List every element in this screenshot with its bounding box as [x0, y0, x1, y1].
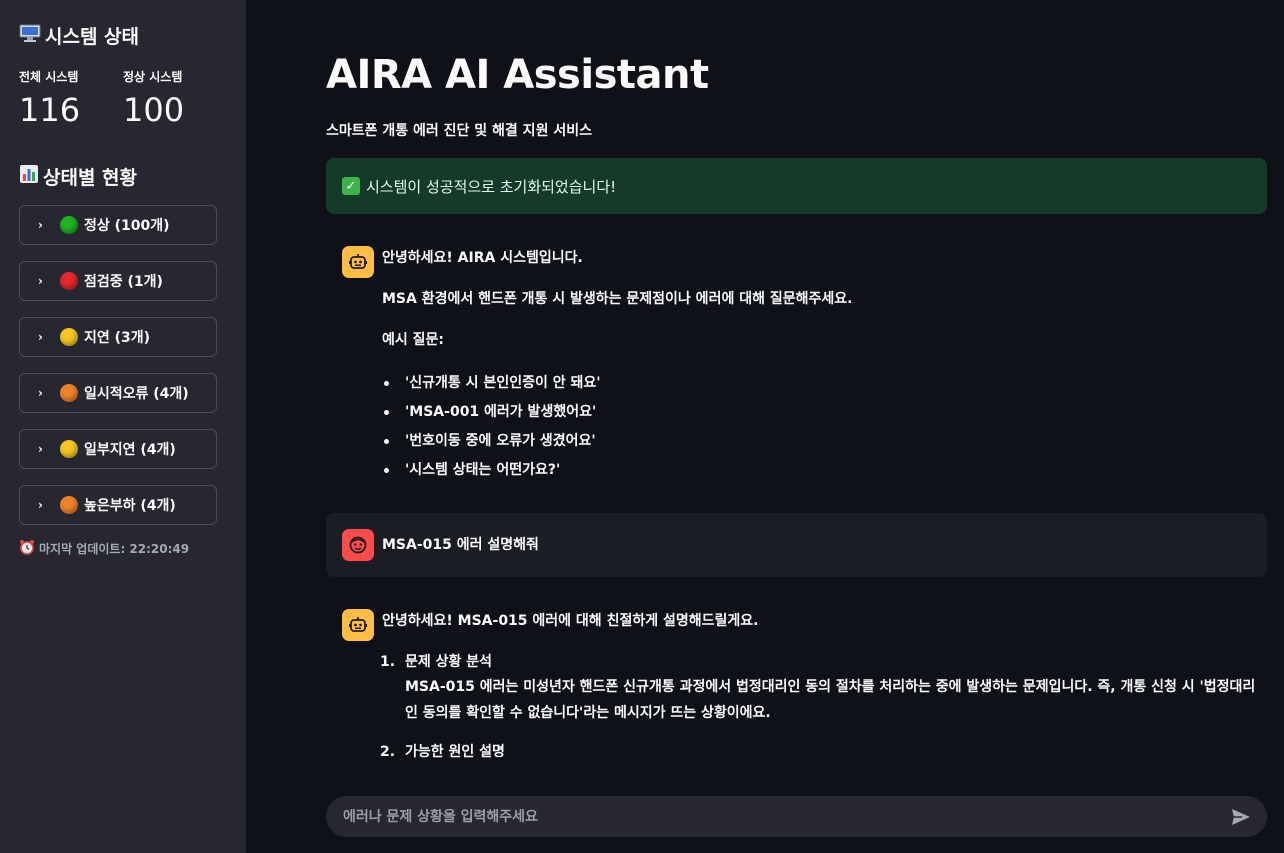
expander-normal[interactable]: › 정상 (100개) — [19, 205, 217, 245]
metric-label: 정상 시스템 — [123, 70, 183, 84]
examples-list: '신규개통 시 본인인증이 안 돼요' 'MSA-001 에러가 발생했어요' … — [382, 373, 1262, 489]
robot-avatar-icon — [342, 246, 374, 278]
list-item: '시스템 상태는 어떤가요?' — [382, 460, 1262, 489]
bar-chart-icon — [19, 164, 39, 189]
alarm-clock-icon — [19, 539, 35, 558]
last-update-text: 마지막 업데이트: 22:20:49 — [39, 542, 190, 556]
expander-temp-error[interactable]: › 일시적오류 (4개) — [19, 373, 217, 413]
expander-label: 높은부하 (4개) — [84, 498, 176, 514]
chevron-right-icon: › — [38, 218, 43, 232]
chat-input-bar — [326, 796, 1267, 837]
item-title: 문제 상황 분석 — [405, 654, 493, 670]
orange-circle-icon — [60, 496, 78, 514]
system-status-heading: 시스템 상태 — [19, 22, 227, 48]
user-avatar-icon — [342, 529, 374, 561]
yellow-circle-icon — [60, 328, 78, 346]
list-number: 1. — [380, 654, 396, 670]
status-title: 상태별 현황 — [43, 166, 138, 189]
robot-avatar-icon — [342, 609, 374, 641]
metric-value: 116 — [19, 91, 81, 129]
expander-partial-delay[interactable]: › 일부지연 (4개) — [19, 429, 217, 469]
expander-label: 일부지연 (4개) — [84, 442, 176, 458]
expander-label: 점검중 (1개) — [84, 274, 163, 290]
item-description: MSA-015 에러는 미성년자 핸드폰 신규개통 과정에서 법정대리인 동의 … — [405, 679, 1256, 721]
ordered-list-item: 1. 문제 상황 분석 MSA-015 에러는 미성년자 핸드폰 신규개통 과정… — [380, 652, 1262, 726]
chevron-right-icon: › — [38, 498, 43, 512]
success-alert: ✓ 시스템이 성공적으로 초기화되었습니다! — [326, 158, 1267, 214]
sidebar-title: 시스템 상태 — [45, 25, 140, 48]
examples-title: 예시 질문: — [382, 332, 444, 348]
chevron-right-icon: › — [38, 330, 43, 344]
list-item: '번호이동 중에 오류가 생겼어요' — [382, 431, 1262, 460]
page-title: AIRA AI Assistant — [326, 52, 709, 98]
metric-normal: 정상 시스템 100 — [123, 68, 227, 129]
last-update: 마지막 업데이트: 22:20:49 — [19, 539, 227, 558]
check-mark-icon: ✓ — [342, 177, 360, 195]
success-text: 시스템이 성공적으로 초기화되었습니다! — [366, 177, 617, 196]
chevron-right-icon: › — [38, 442, 43, 456]
metric-label: 전체 시스템 — [19, 70, 79, 84]
chevron-right-icon: › — [38, 386, 43, 400]
metrics-row: 전체 시스템 116 정상 시스템 100 — [19, 68, 227, 129]
greeting-text: 안녕하세요! AIRA 시스템입니다. — [382, 250, 583, 266]
chevron-right-icon: › — [38, 274, 43, 288]
user-message-text: MSA-015 에러 설명해줘 — [382, 537, 539, 553]
expander-high-load[interactable]: › 높은부하 (4개) — [19, 485, 217, 525]
answer-greeting: 안녕하세요! MSA-015 에러에 대해 친절하게 설명해드릴게요. — [382, 613, 759, 629]
message-body: 안녕하세요! AIRA 시스템입니다. MSA 환경에서 핸드폰 개통 시 발생… — [382, 246, 1262, 489]
red-circle-icon — [60, 272, 78, 290]
expander-maintenance[interactable]: › 점검중 (1개) — [19, 261, 217, 301]
message-body: 안녕하세요! MSA-015 에러에 대해 친절하게 설명해드릴게요. 1. 문… — [380, 609, 1262, 762]
expander-delay[interactable]: › 지연 (3개) — [19, 317, 217, 357]
expander-label: 지연 (3개) — [84, 330, 151, 346]
chat-input[interactable] — [343, 808, 1227, 825]
yellow-circle-icon — [60, 440, 78, 458]
list-item: '신규개통 시 본인인증이 안 돼요' — [382, 373, 1262, 402]
intro-text: MSA 환경에서 핸드폰 개통 시 발생하는 문제점이나 에러에 대해 질문해주… — [382, 291, 853, 307]
sidebar: 시스템 상태 전체 시스템 116 정상 시스템 100 상태별 현황 › 정상… — [0, 0, 246, 853]
list-item: 'MSA-001 에러가 발생했어요' — [382, 402, 1262, 431]
status-expanders: › 정상 (100개) › 점검중 (1개) › 지연 (3개) › 일시적오류… — [19, 205, 227, 525]
expander-label: 일시적오류 (4개) — [84, 386, 189, 402]
expander-label: 정상 (100개) — [84, 218, 170, 234]
send-button[interactable] — [1227, 803, 1255, 831]
metric-value: 100 — [123, 91, 185, 129]
send-icon — [1232, 808, 1250, 825]
page-subtitle: 스마트폰 개통 에러 진단 및 해결 지원 서비스 — [326, 123, 592, 139]
metric-total: 전체 시스템 116 — [19, 68, 123, 129]
green-circle-icon — [60, 216, 78, 234]
ordered-list-item: 2. 가능한 원인 설명 — [380, 742, 1262, 762]
user-message: MSA-015 에러 설명해줘 — [326, 513, 1267, 577]
orange-circle-icon — [60, 384, 78, 402]
list-number: 2. — [380, 744, 396, 760]
item-title: 가능한 원인 설명 — [405, 744, 505, 760]
monitor-icon — [19, 23, 41, 48]
status-overview-heading: 상태별 현황 — [19, 163, 227, 189]
